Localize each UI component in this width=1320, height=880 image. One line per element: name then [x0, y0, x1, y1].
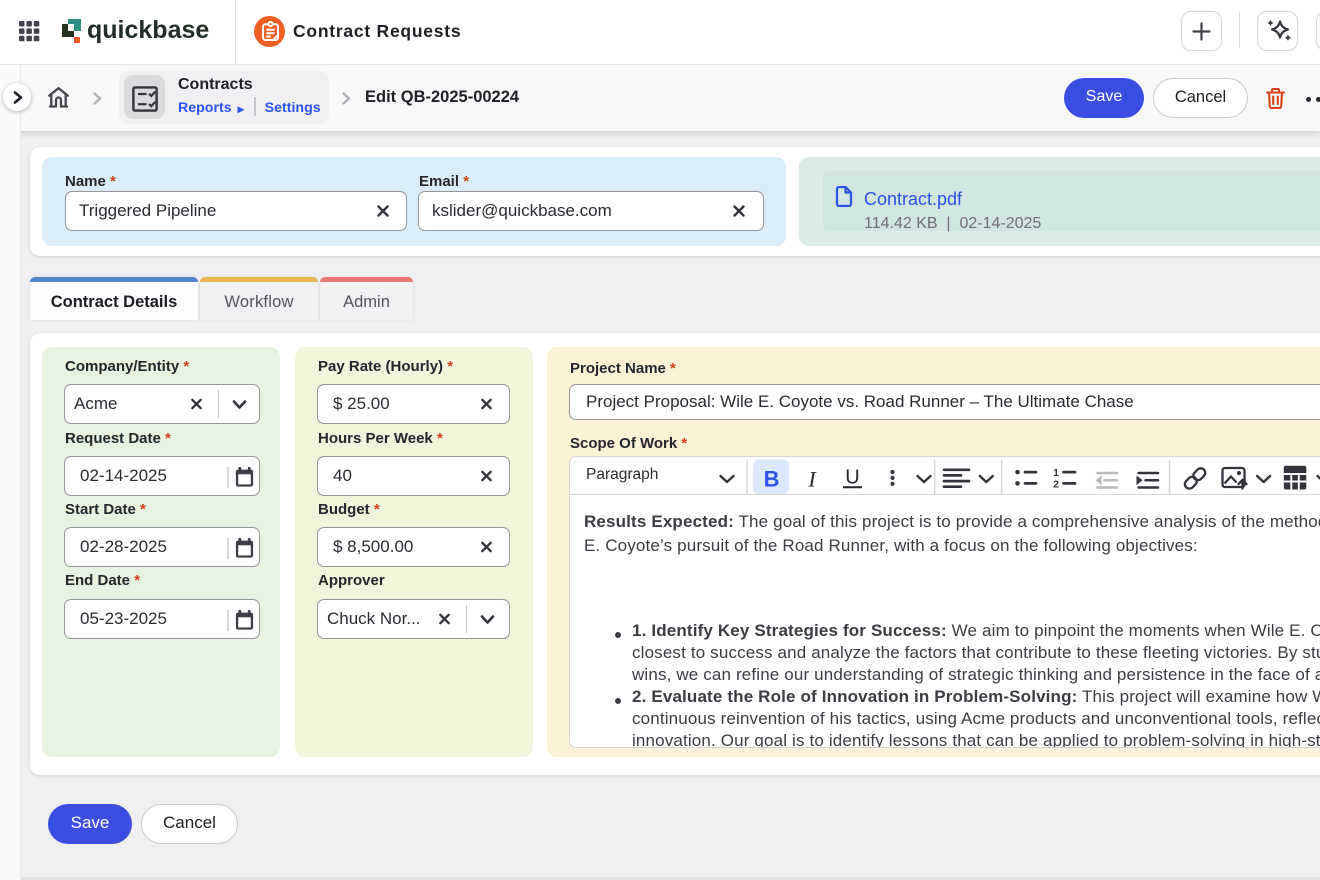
svg-text:U: U	[845, 466, 859, 488]
svg-text:B: B	[764, 466, 780, 491]
svg-text:1: 1	[1053, 466, 1059, 478]
svg-text:2: 2	[1053, 478, 1059, 490]
svg-text:I: I	[807, 466, 817, 491]
